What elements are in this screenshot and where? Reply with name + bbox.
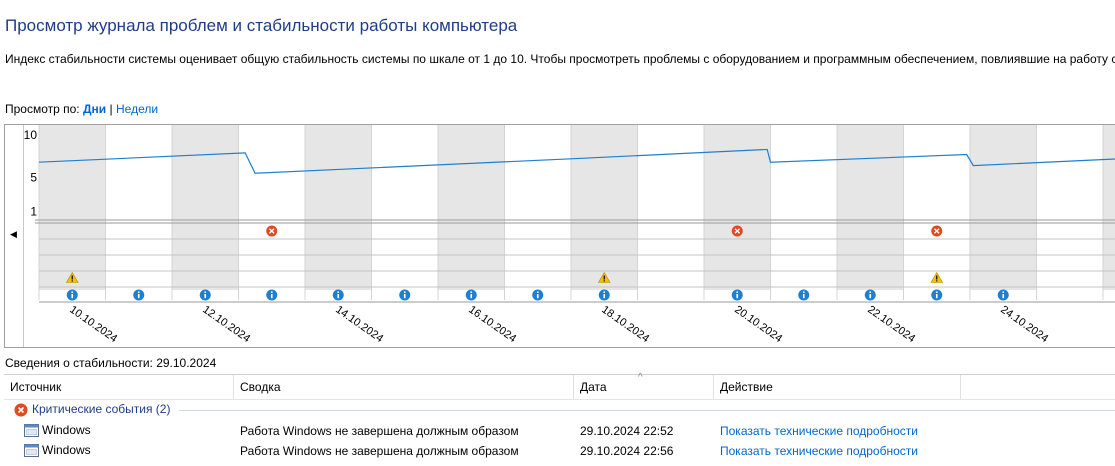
row-date: 29.10.2024 22:56 — [580, 444, 674, 458]
show-technical-details-link[interactable]: Показать технические подробности — [720, 424, 918, 438]
info-event-icon-mark — [736, 294, 739, 299]
table-row[interactable]: Windows Работа Windows не завершена долж… — [4, 421, 1115, 441]
show-technical-details-link[interactable]: Показать технические подробности — [720, 444, 918, 458]
chart-day-column — [438, 125, 505, 290]
application-window-icon — [24, 444, 39, 458]
table-header: Источник Сводка Дата Действие ^ — [4, 372, 1115, 400]
info-event-icon-dot — [1002, 291, 1005, 293]
chart-day-column — [371, 125, 438, 290]
row-source-label: Windows — [42, 443, 91, 457]
date-tick-label: 22.10.2024 — [865, 304, 917, 345]
info-event-icon-dot — [536, 291, 539, 293]
row-source-label: Windows — [42, 423, 91, 437]
view-by-separator: | — [109, 102, 113, 116]
stability-details-date: Сведения о стабильности: 29.10.2024 — [5, 356, 217, 370]
chevron-left-icon: ◀ — [10, 229, 17, 239]
chart-day-column — [39, 125, 106, 290]
info-event-icon-dot — [802, 291, 805, 293]
row-source: Windows — [24, 443, 91, 458]
date-tick-label: 20.10.2024 — [732, 304, 784, 345]
view-by-weeks-link[interactable]: Недели — [116, 102, 158, 116]
page-title: Просмотр журнала проблем и стабильности … — [5, 16, 518, 35]
warning-icon-dot — [603, 280, 605, 282]
info-event-icon-dot — [137, 291, 140, 293]
date-tick-label: 16.10.2024 — [466, 304, 518, 345]
date-tick-label: 14.10.2024 — [333, 304, 385, 345]
chart-day-column — [837, 125, 904, 290]
y-tick-label: 10 — [24, 128, 38, 142]
stability-chart: 10 5 1 10.10.2024 12.10.2024 14.10.2024 16.10.… — [4, 124, 1115, 348]
chart-day-column — [770, 125, 837, 290]
chart-day-column — [172, 125, 239, 290]
date-tick-label: 24.10.2024 — [998, 304, 1050, 345]
info-event-icon-mark — [337, 294, 340, 299]
view-by-bar: Просмотр по: Дни | Недели — [5, 102, 158, 116]
view-by-label: Просмотр по: — [5, 102, 80, 116]
row-date: 29.10.2024 22:52 — [580, 424, 674, 438]
info-event-icon-dot — [736, 291, 739, 293]
chart-day-column — [1036, 125, 1103, 290]
critical-events-group[interactable]: Критические события (2) — [4, 401, 1115, 419]
info-event-icon-mark — [137, 294, 140, 299]
critical-error-icon — [14, 403, 28, 417]
chart-day-column — [238, 125, 305, 290]
chart-day-column — [105, 125, 172, 290]
application-window-icon — [24, 424, 39, 438]
chart-day-column — [903, 125, 970, 290]
scroll-left-button[interactable]: ◀ — [5, 125, 24, 347]
warning-icon-dot — [936, 280, 938, 282]
warning-icon-mark — [71, 275, 73, 280]
info-event-icon-dot — [71, 291, 74, 293]
problem-reports-table: Источник Сводка Дата Действие ^ Критичес… — [4, 372, 1115, 466]
view-by-days-link[interactable]: Дни — [83, 102, 106, 116]
chart-day-column — [504, 125, 571, 290]
group-divider — [179, 410, 1115, 411]
column-header-date[interactable]: Дата — [574, 375, 714, 399]
sort-ascending-icon: ^ — [638, 372, 643, 383]
info-event-icon-dot — [403, 291, 406, 293]
info-event-icon-mark — [536, 294, 539, 299]
date-tick-label: 18.10.2024 — [599, 304, 651, 345]
y-tick-label: 1 — [30, 205, 37, 219]
info-event-icon-mark — [71, 294, 74, 299]
chart-day-column — [305, 125, 372, 290]
warning-icon-dot — [71, 280, 73, 282]
stability-chart-svg: 10 5 1 10.10.2024 12.10.2024 14.10.2024 16.10.… — [24, 125, 1115, 345]
page-description: Индекс стабильности системы оценивает об… — [5, 52, 1115, 66]
info-event-icon-mark — [270, 294, 273, 299]
info-event-icon-mark — [603, 294, 606, 299]
info-event-icon-mark — [1002, 294, 1005, 299]
chart-day-column — [1103, 125, 1115, 290]
info-event-icon-mark — [802, 294, 805, 299]
column-header-action[interactable]: Действие — [714, 375, 961, 399]
critical-events-group-label: Критические события (2) — [32, 402, 171, 416]
info-event-icon-mark — [403, 294, 406, 299]
chart-day-column — [637, 125, 704, 290]
row-summary: Работа Windows не завершена должным обра… — [240, 444, 519, 458]
column-header-source[interactable]: Источник — [4, 375, 234, 399]
info-event-icon-dot — [337, 291, 340, 293]
date-tick-label: 12.10.2024 — [200, 304, 252, 345]
info-event-icon-dot — [935, 291, 938, 293]
table-row[interactable]: Windows Работа Windows не завершена долж… — [4, 441, 1115, 461]
warning-icon-mark — [603, 275, 605, 280]
info-event-icon-mark — [470, 294, 473, 299]
column-header-summary[interactable]: Сводка — [234, 375, 574, 399]
y-tick-label: 5 — [30, 171, 37, 185]
info-event-icon-dot — [270, 291, 273, 293]
info-event-icon-mark — [935, 294, 938, 299]
info-event-icon-dot — [204, 291, 207, 293]
row-source: Windows — [24, 423, 91, 438]
info-event-icon-mark — [869, 294, 872, 299]
info-event-icon-dot — [470, 291, 473, 293]
row-summary: Работа Windows не завершена должным обра… — [240, 424, 519, 438]
info-event-icon-dot — [603, 291, 606, 293]
date-tick-label: 10.10.2024 — [67, 304, 119, 345]
chart-day-column — [571, 125, 638, 290]
info-event-icon-dot — [869, 291, 872, 293]
warning-icon-mark — [936, 275, 938, 280]
chart-day-column — [970, 125, 1037, 290]
info-event-icon-mark — [204, 294, 207, 299]
